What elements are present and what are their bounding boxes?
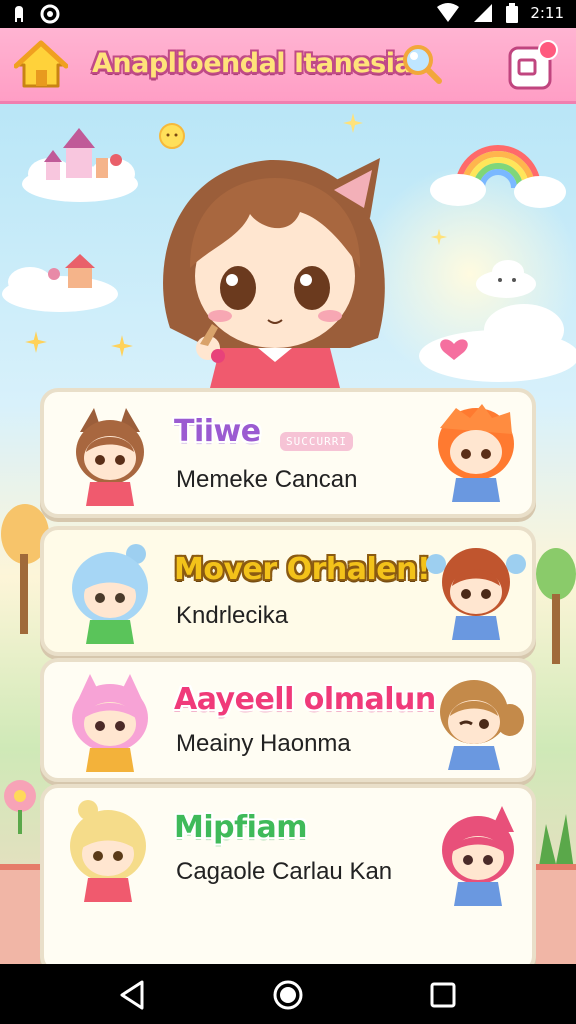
character-avatar-red-hair-bows	[426, 548, 526, 640]
character-avatar-brown-cat	[76, 408, 144, 506]
card-subtitle: Meainy Haonma	[176, 730, 351, 757]
app-title: Anaplioendal Itanesia	[92, 48, 413, 79]
home-icon	[13, 40, 69, 88]
card-subtitle: Memeke Cancan	[176, 466, 358, 493]
character-card-2[interactable]: Mover Orhalen! Kndrlecika	[40, 526, 536, 656]
house-cloud-image	[2, 254, 118, 312]
character-avatar-brown-winking	[440, 680, 524, 770]
profile-card-icon	[508, 40, 558, 90]
scene-background: Tiiwe SUCCURRI Memeke Cancan Mover Orhal…	[0, 104, 576, 964]
character-avatar-orange-hair	[438, 404, 514, 502]
main-character-image	[163, 158, 385, 388]
character-card-4[interactable]: Mipfiam Cagaole Carlau Kan	[40, 784, 536, 964]
card-subtitle: Kndrlecika	[176, 602, 289, 629]
notification-icon	[15, 6, 23, 22]
search-button[interactable]	[400, 42, 444, 86]
star-icon	[343, 113, 363, 133]
battery-icon	[506, 3, 519, 23]
character-avatar-red-cat	[442, 806, 514, 906]
tree-image	[536, 548, 576, 664]
card-title: Mover Orhalen!	[174, 552, 431, 587]
system-nav-bar	[0, 964, 576, 1024]
status-time: 2:11	[530, 4, 564, 22]
flower-image	[4, 780, 36, 834]
home-button[interactable]	[13, 38, 69, 92]
star-icon	[25, 331, 47, 353]
app-bar: Anaplioendal Itanesia	[0, 28, 576, 104]
character-avatar-blue-hair	[72, 544, 148, 644]
character-avatar-blonde	[70, 800, 146, 902]
home-circle-icon[interactable]	[271, 978, 305, 1012]
star-icon	[430, 228, 448, 246]
card-badge: SUCCURRI	[280, 432, 353, 451]
wifi-icon	[437, 3, 460, 22]
profile-button[interactable]	[506, 40, 558, 92]
status-bar: 2:11	[0, 0, 576, 28]
castle-cloud-image	[22, 128, 138, 202]
character-avatar-pink-cat	[72, 674, 148, 772]
character-card-1[interactable]: Tiiwe SUCCURRI Memeke Cancan	[40, 388, 536, 518]
card-title: Mipfiam	[174, 810, 307, 845]
search-icon	[403, 45, 442, 84]
card-subtitle: Cagaole Carlau Kan	[176, 858, 393, 885]
back-triangle-icon[interactable]	[116, 978, 150, 1012]
heart-cloud-image	[419, 304, 576, 382]
rainbow-image	[430, 145, 566, 208]
sync-icon	[40, 4, 60, 24]
character-card-3[interactable]: Aayeell olmalun Meainy Haonma	[40, 658, 536, 782]
card-title: Tiiwe	[174, 414, 261, 449]
signal-icon	[474, 4, 493, 22]
recents-square-icon[interactable]	[426, 978, 460, 1012]
star-icon	[111, 335, 133, 357]
card-title: Aayeell olmalun	[174, 682, 436, 717]
